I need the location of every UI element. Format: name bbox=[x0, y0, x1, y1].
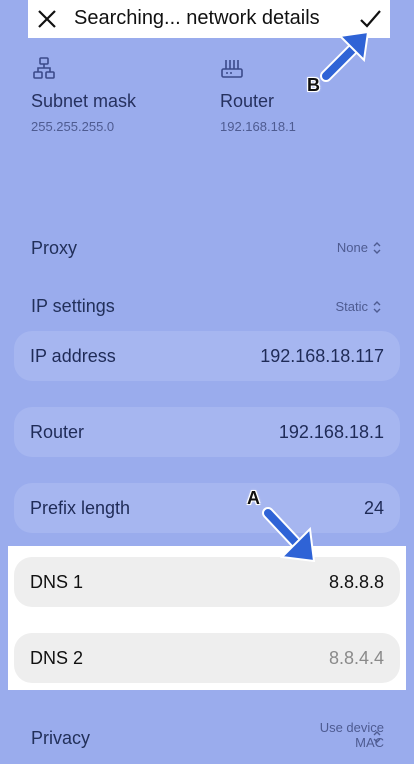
prefix-length-value: 24 bbox=[363, 498, 384, 518]
dns1-label: DNS 1 bbox=[30, 572, 84, 592]
chevron-up-down-icon bbox=[373, 300, 381, 313]
ip-address-field[interactable]: IP address 192.168.18.117 bbox=[14, 331, 400, 381]
ip-address-label: IP address bbox=[30, 346, 116, 366]
ip-address-value: 192.168.18.117 bbox=[260, 346, 384, 366]
dns2-value: 8.8.4.4 bbox=[328, 648, 384, 668]
privacy-label: Privacy bbox=[31, 728, 91, 748]
dns2-label: DNS 2 bbox=[30, 648, 84, 668]
router-field[interactable]: Router 192.168.18.1 bbox=[14, 407, 400, 457]
subnet-mask-label: Subnet mask bbox=[31, 91, 137, 111]
ip-settings-value: Static bbox=[335, 299, 368, 314]
network-topology-icon bbox=[33, 57, 55, 79]
arrow-a-icon bbox=[262, 507, 316, 563]
proxy-value: None bbox=[336, 240, 368, 255]
router-label: Router bbox=[30, 422, 85, 442]
chevron-up-down-icon bbox=[373, 731, 381, 743]
annotation-b: B bbox=[307, 75, 320, 95]
proxy-label: Proxy bbox=[31, 238, 78, 258]
ip-settings-label: IP settings bbox=[31, 296, 115, 316]
prefix-length-label: Prefix length bbox=[30, 498, 131, 518]
page-title: Searching... network details bbox=[74, 7, 320, 29]
router-info-value: 192.168.18.1 bbox=[220, 119, 296, 134]
router-info-label: Router bbox=[220, 91, 275, 111]
ip-settings-dropdown[interactable]: Static bbox=[335, 299, 382, 314]
router-value: 192.168.18.1 bbox=[278, 422, 384, 442]
proxy-dropdown[interactable]: None bbox=[337, 240, 382, 255]
dns1-value: 8.8.8.8 bbox=[328, 572, 384, 592]
router-icon bbox=[221, 60, 243, 78]
close-icon[interactable] bbox=[36, 8, 58, 30]
dns1-field[interactable]: DNS 1 8.8.8.8 bbox=[14, 557, 400, 607]
prefix-length-field[interactable]: Prefix length 24 bbox=[14, 483, 400, 533]
arrow-b-icon bbox=[320, 30, 370, 82]
chevron-up-down-icon bbox=[373, 241, 381, 254]
annotation-a: A bbox=[247, 488, 260, 508]
subnet-mask-value: 255.255.255.0 bbox=[31, 119, 115, 134]
dns2-field[interactable]: DNS 2 8.8.4.4 bbox=[14, 633, 400, 683]
